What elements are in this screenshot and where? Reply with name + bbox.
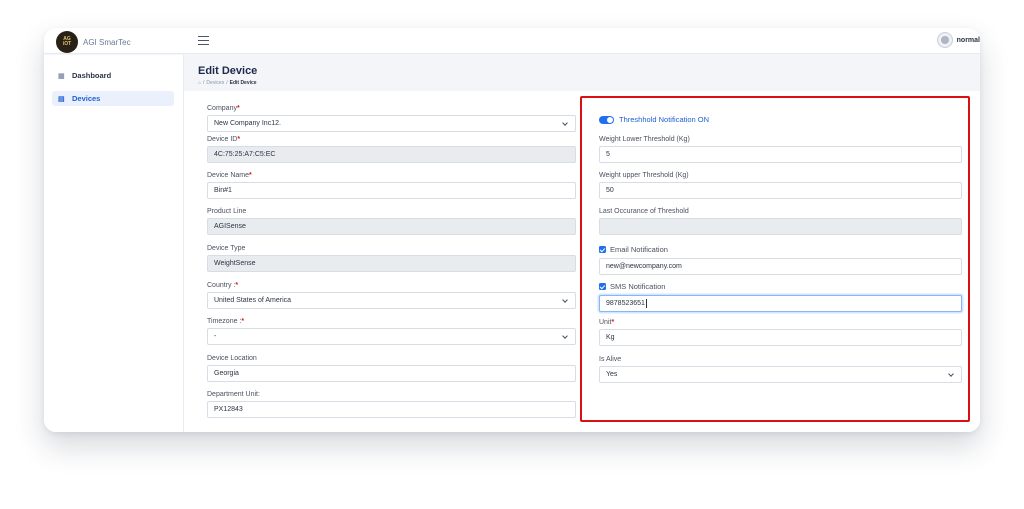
checkbox-checked-icon[interactable] [599, 283, 606, 290]
sidebar-item-dashboard[interactable]: ▦ Dashboard [52, 68, 174, 83]
weight-upper-field: Weight upper Threshold (Kg) 50 [599, 172, 962, 199]
hamburger-menu-icon[interactable] [198, 36, 209, 45]
threshold-toggle-label: Threshhold Notification ON [619, 115, 710, 124]
country-label: Country : [207, 282, 236, 289]
toggle-switch-icon[interactable] [599, 115, 614, 124]
device-type-input: WeightSense [207, 255, 576, 272]
is-alive-select[interactable]: Yes [599, 366, 962, 383]
top-bar: AG iOT AGI SmarTec normal [44, 28, 980, 54]
department-unit-field: Department Unit: PX12843 [207, 391, 576, 418]
product-line-field: Product Line AGISense [207, 208, 576, 235]
device-location-field: Device Location Georgia [207, 355, 576, 382]
sms-phone-value: 9878523651 [606, 300, 645, 307]
email-notification-checkbox[interactable]: Email Notification [599, 245, 962, 254]
is-alive-label: Is Alive [599, 356, 622, 363]
breadcrumb-devices-link[interactable]: Devices [206, 80, 224, 86]
device-type-field: Device Type WeightSense [207, 245, 576, 272]
server-icon: ▤ [58, 95, 65, 103]
threshold-notification-toggle[interactable]: Threshhold Notification ON [599, 115, 962, 124]
weight-upper-input[interactable]: 50 [599, 182, 962, 199]
last-occurance-label: Last Occurance of Threshold [599, 208, 689, 215]
sidebar: ▦ Dashboard ▤ Devices [44, 55, 184, 432]
device-name-input[interactable]: Bin#1 [207, 182, 576, 199]
sms-notification-field: SMS Notification 9878523651 [599, 282, 962, 312]
device-location-input[interactable]: Georgia [207, 365, 576, 382]
email-notification-label: Email Notification [610, 245, 668, 254]
home-icon[interactable]: ⌂ [198, 80, 201, 86]
company-select[interactable]: New Company Inc12. [207, 115, 576, 132]
timezone-field: Timezone :* - [207, 318, 576, 345]
weight-lower-label: Weight Lower Threshold (Kg) [599, 136, 690, 143]
device-id-label: Device ID [207, 136, 238, 143]
company-label: Company [207, 105, 237, 112]
breadcrumb-current: Edit Device [229, 80, 257, 86]
sidebar-item-label: Devices [72, 94, 101, 103]
sms-phone-input[interactable]: 9878523651 [599, 295, 962, 312]
is-alive-field: Is Alive Yes [599, 356, 962, 383]
product-line-input: AGISense [207, 218, 576, 235]
sms-notification-checkbox[interactable]: SMS Notification [599, 282, 962, 291]
grid-icon: ▦ [58, 72, 65, 80]
department-unit-label: Department Unit: [207, 391, 260, 398]
country-field: Country :* United States of America [207, 282, 576, 309]
weight-lower-input[interactable]: 5 [599, 146, 962, 163]
device-id-input: 4C:75:25:A7:C5:EC [207, 146, 576, 163]
device-id-field: Device ID* 4C:75:25:A7:C5:EC [207, 136, 576, 163]
timezone-select[interactable]: - [207, 328, 576, 345]
logo-text-bottom: iOT [62, 41, 72, 47]
breadcrumb: ⌂ / Devices / Edit Device [198, 80, 257, 86]
brand-name: AGI SmarTec [83, 37, 131, 47]
page-title: Edit Device [198, 65, 258, 77]
timezone-label: Timezone : [207, 318, 242, 325]
unit-input[interactable]: Kg [599, 329, 962, 346]
threshold-toggle-field: Threshhold Notification ON [599, 115, 962, 124]
company-field: Company* New Company Inc12. [207, 105, 576, 132]
weight-upper-label: Weight upper Threshold (Kg) [599, 172, 689, 179]
brand[interactable]: AG iOT AGI SmarTec [56, 31, 131, 53]
avatar[interactable] [936, 32, 953, 48]
unit-label: Unit [599, 319, 612, 326]
device-name-field: Device Name* Bin#1 [207, 172, 576, 199]
weight-lower-field: Weight Lower Threshold (Kg) 5 [599, 136, 962, 163]
email-notification-field: Email Notification new@newcompany.com [599, 245, 962, 275]
text-caret [645, 299, 647, 308]
device-location-label: Device Location [207, 355, 257, 362]
sidebar-item-label: Dashboard [72, 71, 112, 80]
email-input[interactable]: new@newcompany.com [599, 258, 962, 275]
sidebar-item-devices[interactable]: ▤ Devices [52, 91, 174, 106]
checkbox-checked-icon[interactable] [599, 246, 606, 253]
device-type-label: Device Type [207, 245, 246, 252]
unit-field: Unit* Kg [599, 319, 962, 346]
user-name[interactable]: normal [957, 37, 980, 44]
last-occurance-field: Last Occurance of Threshold [599, 208, 962, 235]
product-line-label: Product Line [207, 208, 247, 215]
last-occurance-input [599, 218, 962, 235]
sms-notification-label: SMS Notification [610, 282, 666, 291]
device-name-label: Device Name [207, 172, 250, 179]
department-unit-input[interactable]: PX12843 [207, 401, 576, 418]
country-select[interactable]: United States of America [207, 292, 576, 309]
user-menu[interactable]: normal [936, 32, 980, 48]
brand-logo: AG iOT [56, 31, 78, 53]
